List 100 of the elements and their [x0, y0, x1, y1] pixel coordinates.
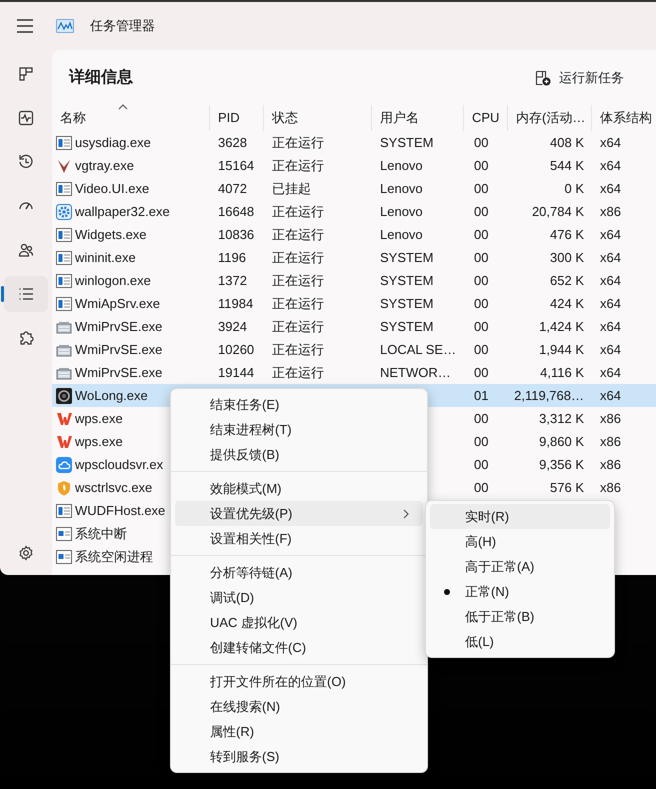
process-name: wsctrlsvc.exe	[75, 478, 152, 497]
menu-item[interactable]: 结束任务(E)	[175, 392, 423, 417]
table-cell-text: 1,424 K	[539, 318, 584, 336]
table-cell-text: 16648	[218, 202, 254, 221]
table-cell-text: 4,116 K	[540, 364, 584, 382]
sort-ascending-icon	[118, 104, 128, 110]
table-cell-text: x64	[600, 294, 621, 313]
table-cell-text: 3,312 K	[539, 410, 584, 428]
table-cell-text: 544 K	[550, 156, 584, 175]
menu-item[interactable]: 效能模式(M)	[175, 476, 423, 501]
column-header[interactable]: 状态	[264, 105, 372, 131]
menu-item[interactable]: 设置优先级(P)	[175, 501, 423, 526]
table-cell-text: 3628	[218, 134, 247, 152]
menu-icon[interactable]	[16, 19, 34, 33]
table-cell-text: x64	[600, 272, 621, 290]
gear-icon	[56, 204, 72, 220]
menu-item[interactable]: 创建转储文件(C)	[175, 635, 423, 660]
table-cell-text: SYSTEM	[380, 294, 434, 313]
users-icon	[18, 242, 34, 258]
program-icon	[56, 250, 72, 266]
table-cell-text: x64	[600, 248, 621, 267]
table-cell-text: 3924	[218, 318, 247, 336]
table-cell-text: LOCAL SE…	[380, 340, 456, 359]
window-title: 任务管理器	[90, 17, 155, 36]
table-cell-text: 00	[474, 364, 488, 382]
table-cell-text: 正在运行	[272, 156, 324, 175]
menu-item[interactable]: 打开文件所在的位置(O)	[175, 669, 423, 694]
column-header[interactable]: 体系结构	[592, 105, 656, 131]
menu-item[interactable]: 结束进程树(T)	[175, 417, 423, 442]
menu-item[interactable]: 高于正常(A)	[430, 554, 610, 579]
table-cell-text: SYSTEM	[380, 248, 434, 267]
performance-icon	[18, 110, 34, 126]
puzzle-icon	[18, 330, 34, 346]
table-cell-text: x86	[600, 410, 621, 428]
table-cell-text: Lenovo	[380, 202, 423, 221]
column-header[interactable]: 内存(活动…	[508, 105, 592, 131]
table-cell-text: SYSTEM	[380, 134, 434, 152]
table-cell-text: 正在运行	[272, 294, 324, 313]
sidebar-tab[interactable]	[4, 276, 48, 312]
program-icon	[56, 296, 72, 312]
table-cell-text: 正在运行	[272, 226, 324, 244]
cloud-icon	[56, 456, 72, 472]
table-cell-text: 正在运行	[272, 318, 324, 336]
process-name: Video.UI.exe	[75, 180, 150, 198]
table-cell-text: 正在运行	[272, 134, 324, 152]
program-icon	[56, 226, 72, 242]
table-cell-text: 00	[474, 432, 488, 451]
table-cell-text: x64	[600, 156, 621, 175]
table-cell-text: 00	[474, 272, 488, 290]
column-header[interactable]: 名称	[52, 105, 210, 131]
table-cell-text: 15164	[218, 156, 254, 175]
program-icon	[56, 526, 72, 542]
menu-item[interactable]: 属性(R)	[175, 719, 423, 744]
process-name: 系统中断	[75, 524, 127, 543]
table-cell-text: 01	[474, 386, 488, 405]
table-cell-text: 300 K	[550, 248, 584, 267]
column-header[interactable]: PID	[210, 105, 264, 131]
menu-item[interactable]: 高(H)	[430, 529, 610, 554]
menu-item[interactable]: 正常(N)	[430, 579, 610, 604]
table-cell-text: 9,356 K	[539, 456, 584, 474]
game-icon	[56, 388, 72, 404]
menu-item[interactable]: 低(L)	[430, 629, 610, 654]
menu-item[interactable]: 设置相关性(F)	[175, 526, 423, 551]
table-cell-text: x64	[600, 226, 621, 244]
table-cell-text: 已挂起	[272, 180, 311, 198]
table-cell-text: 0 K	[564, 180, 584, 198]
table-cell-text: 正在运行	[272, 272, 324, 290]
menu-item[interactable]: 实时(R)	[430, 504, 610, 529]
table-cell-text: 00	[474, 410, 488, 428]
table-cell-text: 正在运行	[272, 202, 324, 221]
program-icon	[56, 180, 72, 196]
table-cell-text: 2,119,768…	[514, 386, 584, 405]
menu-item[interactable]: 分析等待链(A)	[175, 560, 423, 585]
table-cell-text: x64	[600, 180, 621, 198]
run-new-task-button[interactable]: 运行新任务	[527, 64, 632, 92]
menu-item[interactable]: 转到服务(S)	[175, 744, 423, 769]
column-header[interactable]: 用户名	[372, 105, 464, 131]
table-cell-text: 424 K	[550, 294, 584, 313]
process-name: WmiPrvSE.exe	[75, 364, 162, 382]
process-name: wps.exe	[75, 410, 123, 428]
table-cell-text: Lenovo	[380, 156, 423, 175]
table-cell-text: 00	[474, 156, 488, 175]
table-cell-text: 652 K	[550, 272, 584, 290]
column-header[interactable]: CPU	[464, 105, 508, 131]
settings-icon[interactable]	[18, 545, 34, 561]
table-cell-text: 20,784 K	[532, 202, 584, 221]
table-cell-text: 00	[474, 318, 488, 336]
table-cell-text: Lenovo	[380, 226, 423, 244]
table-cell-text: x64	[600, 134, 621, 152]
processes-icon	[18, 66, 34, 82]
menu-item[interactable]: 在线搜索(N)	[175, 694, 423, 719]
table-cell-text: 476 K	[550, 226, 584, 244]
table-cell-text: x86	[600, 456, 621, 474]
menu-item[interactable]: 提供反馈(B)	[175, 442, 423, 467]
table-cell-text: 9,860 K	[539, 432, 584, 451]
menu-item[interactable]: UAC 虚拟化(V)	[175, 610, 423, 635]
table-cell-text: x86	[600, 478, 621, 497]
menu-item[interactable]: 低于正常(B)	[430, 604, 610, 629]
table-cell-text: x64	[600, 386, 621, 405]
menu-item[interactable]: 调试(D)	[175, 585, 423, 610]
